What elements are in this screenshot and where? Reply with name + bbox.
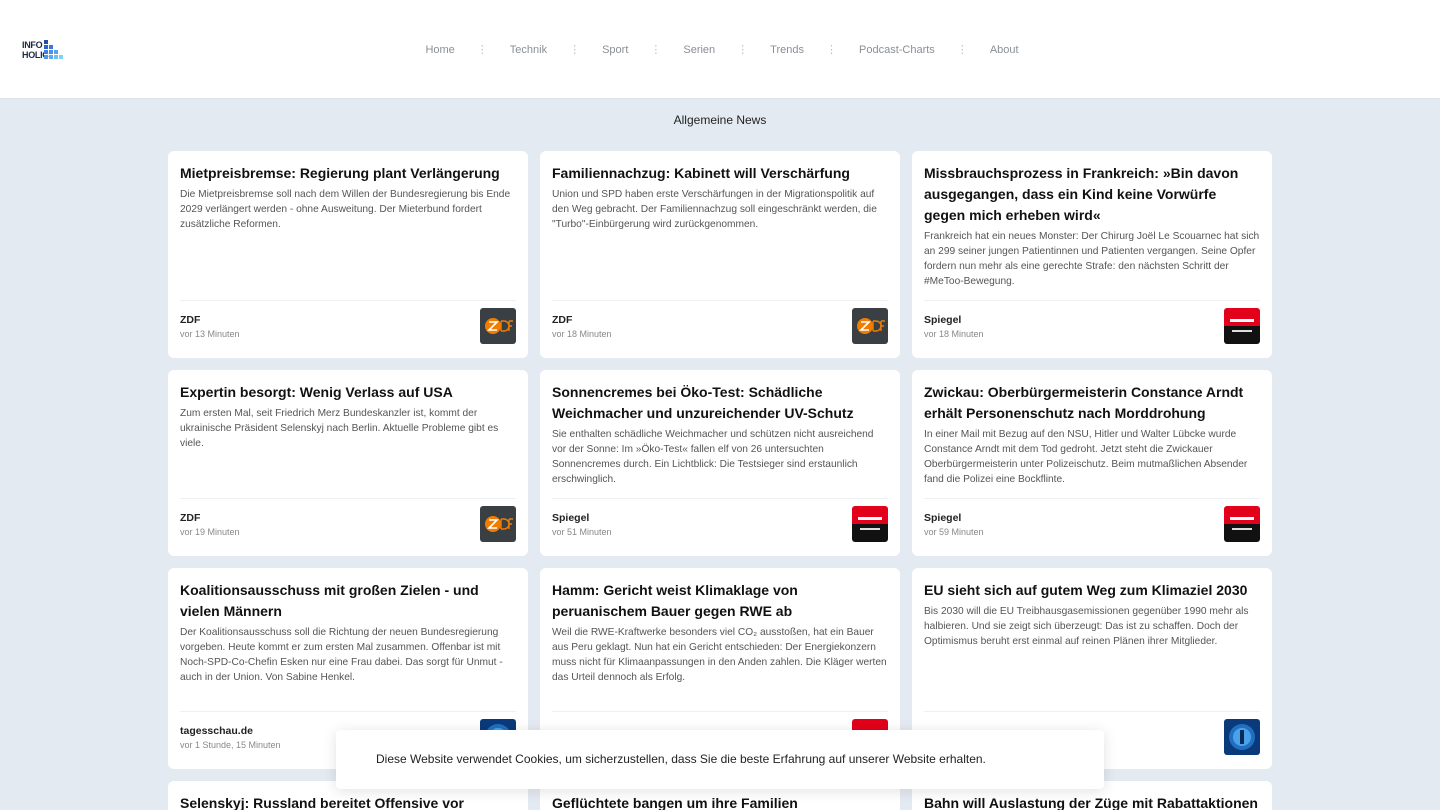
card-description: Union und SPD haben erste Verschärfungen… [552,189,877,230]
card-footer: ZDF vor 19 Minuten [180,498,516,544]
card-time: vor 13 Minuten [180,329,240,339]
card-time: vor 18 Minuten [552,329,612,339]
nav-about[interactable]: About [990,44,1019,56]
card-footer: ZDF vor 13 Minuten [180,300,516,346]
main-nav: Home ⋮ Technik ⋮ Sport ⋮ Serien ⋮ Trends… [0,0,1440,99]
cookie-banner-text: Diese Website verwendet Cookies, um sich… [376,752,986,766]
card-source: tagesschau.de [180,725,253,737]
card-time: vor 1 Stunde, 15 Minuten [180,740,281,750]
spiegel-logo-icon [852,506,888,542]
card-title: Sonnencremes bei Öko-Test: Schädliche We… [552,384,854,421]
news-card[interactable]: Sonnencremes bei Öko-Test: Schädliche We… [540,370,900,556]
nav-separator: ⋮ [569,44,581,56]
site-header: INFO HOLIC Home ⋮ Technik ⋮ Sport ⋮ Seri… [0,0,1440,99]
card-time: vor 19 Minuten [180,527,240,537]
nav-podcast-charts[interactable]: Podcast-Charts [859,44,935,56]
card-description: Die Mietpreisbremse soll nach dem Willen… [180,189,511,230]
zdf-logo-icon [852,308,888,344]
card-description: Weil die RWE-Kraftwerke besonders viel C… [552,627,887,683]
card-description: Der Koalitionsausschuss soll die Richtun… [180,627,503,683]
card-title: Zwickau: Oberbürgermeisterin Constance A… [924,384,1244,421]
card-time: vor 18 Minuten [924,329,984,339]
card-description: Sie enthalten schädliche Weichmacher und… [552,429,874,485]
news-card[interactable]: Zwickau: Oberbürgermeisterin Constance A… [912,370,1272,556]
nav-separator: ⋮ [650,44,662,56]
spiegel-logo-icon [1224,308,1260,344]
spiegel-logo-icon [1224,506,1260,542]
nav-separator: ⋮ [956,44,968,56]
news-card[interactable]: Missbrauchsprozess in Frankreich: »Bin d… [912,151,1272,358]
news-card[interactable]: Mietpreisbremse: Regierung plant Verläng… [168,151,528,358]
card-footer: Spiegel vor 59 Minuten [924,498,1260,544]
card-source: ZDF [180,512,201,524]
card-title: Bahn will Auslastung der Züge mit Rabatt… [924,795,1258,810]
card-description: In einer Mail mit Bezug auf den NSU, Hit… [924,429,1248,485]
card-source: Spiegel [924,314,962,326]
card-source: ZDF [552,314,573,326]
nav-home[interactable]: Home [425,44,454,56]
tagesschau-logo-icon [1224,719,1260,755]
card-footer: ZDF vor 18 Minuten [552,300,888,346]
nav-trends[interactable]: Trends [770,44,804,56]
nav-separator: ⋮ [476,44,488,56]
news-grid: Mietpreisbremse: Regierung plant Verläng… [168,151,1272,810]
news-card[interactable]: Familiennachzug: Kabinett will Verschärf… [540,151,900,358]
card-title: Hamm: Gericht weist Klimaklage von perua… [552,582,798,619]
zdf-logo-icon [480,308,516,344]
nav-technik[interactable]: Technik [510,44,547,56]
card-title: Koalitionsausschuss mit großen Zielen - … [180,582,479,619]
card-source: Spiegel [924,512,962,524]
card-title: Missbrauchsprozess in Frankreich: »Bin d… [924,165,1239,223]
card-footer: Spiegel vor 18 Minuten [924,300,1260,346]
card-time: vor 51 Minuten [552,527,612,537]
card-description: Frankreich hat ein neues Monster: Der Ch… [924,231,1260,287]
card-source: Spiegel [552,512,590,524]
section-title: Allgemeine News [673,113,767,127]
nav-separator: ⋮ [826,44,837,56]
card-title: Selenskyj: Russland bereitet Offensive v… [180,795,464,810]
nav-serien[interactable]: Serien [683,44,715,56]
card-title: Expertin besorgt: Wenig Verlass auf USA [180,384,453,400]
nav-sport[interactable]: Sport [602,44,628,56]
nav-separator: ⋮ [737,44,749,56]
card-title: EU sieht sich auf gutem Weg zum Klimazie… [924,582,1248,598]
card-source: ZDF [180,314,201,326]
card-description: Zum ersten Mal, seit Friedrich Merz Bund… [180,408,499,449]
news-card[interactable]: Expertin besorgt: Wenig Verlass auf USA … [168,370,528,556]
card-description: Bis 2030 will die EU Treibhausgasemissio… [924,606,1249,647]
cookie-banner[interactable]: Diese Website verwendet Cookies, um sich… [336,730,1104,789]
card-title: Mietpreisbremse: Regierung plant Verläng… [180,165,500,181]
zdf-logo-icon [480,506,516,542]
card-title: Familiennachzug: Kabinett will Verschärf… [552,165,850,181]
card-time: vor 59 Minuten [924,527,984,537]
card-footer: Spiegel vor 51 Minuten [552,498,888,544]
card-title: Geflüchtete bangen um ihre Familien [552,795,798,810]
